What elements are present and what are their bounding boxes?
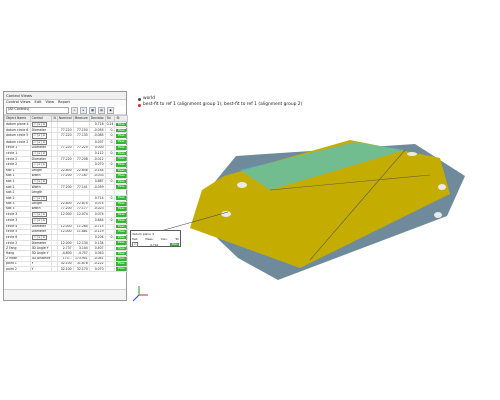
callout-col-dev: Dev. [161,237,168,241]
status-badge: Pass [116,234,127,240]
menu-report[interactable]: Report [58,101,70,105]
flatness-symbol-icon: ▱ [132,242,139,248]
callout-columns: Test Meas. Dev. Tol [132,237,179,241]
callout-header: datum plane 4 [132,232,179,236]
hole-marker [221,211,231,217]
status-badge: Pass [116,127,127,132]
status-badge: Pass [116,184,127,189]
status-badge: Pass [116,145,127,150]
controls-filter-dropdown[interactable]: (All Controls) [6,106,69,114]
status-badge: Pass [116,250,127,256]
control-views-panel: Control Views Control Views Edit View Re… [3,91,129,301]
status-badge: Pass [116,121,127,127]
scene-tree: world best-fit to ref 1 (alignment group… [138,96,302,108]
hole-marker [434,212,442,218]
scene-child-label: best-fit to ref 1 (alignment group 1), b… [143,102,303,107]
gdt-frame-icon: ▱ | ⌀ | A [31,139,47,145]
gdt-frame-icon: ▱ | ⌀ | A [31,133,47,139]
cell-dev: 0.070 [88,266,106,273]
status-badge: Pass [116,229,127,234]
panel-toolbar: (All Controls) + ▸ ▦ ▤ ◉ [4,106,126,115]
callout-status: Pass [170,243,179,247]
status-badge: Pass [116,195,127,200]
world-icon [138,97,141,101]
table-row[interactable]: point 2 Y 32.100 32.170 0.070 Pass [4,266,129,273]
status-badge: Pass [116,245,127,250]
datum-plane-callout[interactable]: datum plane 4 Test Meas. Dev. Tol ▱ 0.71… [130,230,181,248]
cell-status: Pass [114,266,129,273]
arrow-icon[interactable]: ▸ [80,106,87,114]
status-badge: Pass [116,256,127,261]
menu-view[interactable]: View [46,101,55,105]
status-badge: Pass [116,224,127,229]
status-badge: Pass [116,240,127,245]
status-badge: Pass [116,173,127,178]
gdt-frame-icon: ▱ | ⌀ | A [31,195,47,201]
status-badge: Pass [116,218,127,223]
controls-filter-value: (All Controls) [8,107,30,112]
cell-tol [104,266,116,273]
callout-values: ▱ 0.716 Pass [132,242,179,248]
status-badge: Pass [116,266,127,271]
cell-measure: 32.170 [72,266,90,273]
controls-table: Object Name Control N Nominal Measure De… [4,115,129,273]
hole-marker [438,184,446,190]
callout-measure: 0.716 [150,242,159,247]
cell-control: Y [29,266,53,273]
status-badge: Pass [116,178,127,184]
status-badge: Pass [116,139,127,144]
gdt-frame-icon: ▱ | ⌀ | A [31,162,47,168]
status-badge: Pass [116,162,127,167]
hole-marker [407,152,417,156]
table-icon[interactable]: ▦ [89,106,96,114]
cell-name: point 2 [4,266,31,273]
gdt-frame-icon: ▱ | ⌀ | A [31,122,47,127]
status-badge: Pass [116,156,127,161]
report-icon[interactable]: ▤ [98,106,105,114]
status-badge: Pass [116,206,127,211]
callout-col-meas: Meas. [145,237,154,241]
view-icon[interactable]: ◉ [107,106,114,114]
status-badge: Pass [116,261,127,266]
scene-child[interactable]: best-fit to ref 1 (alignment group 1), b… [138,102,302,108]
gdt-frame-icon: ▱ | ⌀ | A [31,218,47,223]
menu-edit[interactable]: Edit [35,101,42,105]
gdt-frame-icon: ▱ | ⌀ | A [31,150,47,156]
gdt-frame-icon: ▱ | ⌀ | A [31,212,47,217]
panel-title: Control Views [6,92,32,98]
callout-col-test: Test [132,237,138,241]
status-badge: Pass [116,133,127,138]
3d-part-viewport[interactable] [150,130,480,280]
callout-label: datum plane 4 [132,232,154,236]
status-badge: Pass [116,211,127,217]
hole-marker [237,182,247,188]
cell-nominal: 32.100 [56,266,74,273]
panel-statusbar [4,289,126,300]
status-badge: Pass [116,201,127,206]
gdt-frame-icon: ▱ | ⌀ | A [31,234,47,240]
menu-control-views[interactable]: Control Views [6,101,31,105]
panel-title-bar: Control Views [4,92,126,100]
gdt-frame-icon: ▱ | ⌀ | A [31,178,47,184]
axis-triad-icon [132,286,148,302]
callout-col-tol: Tol [175,237,179,241]
add-control-icon[interactable]: + [71,106,78,114]
alignment-icon [138,103,141,107]
status-badge: Pass [116,168,127,173]
status-badge: Pass [116,150,127,156]
